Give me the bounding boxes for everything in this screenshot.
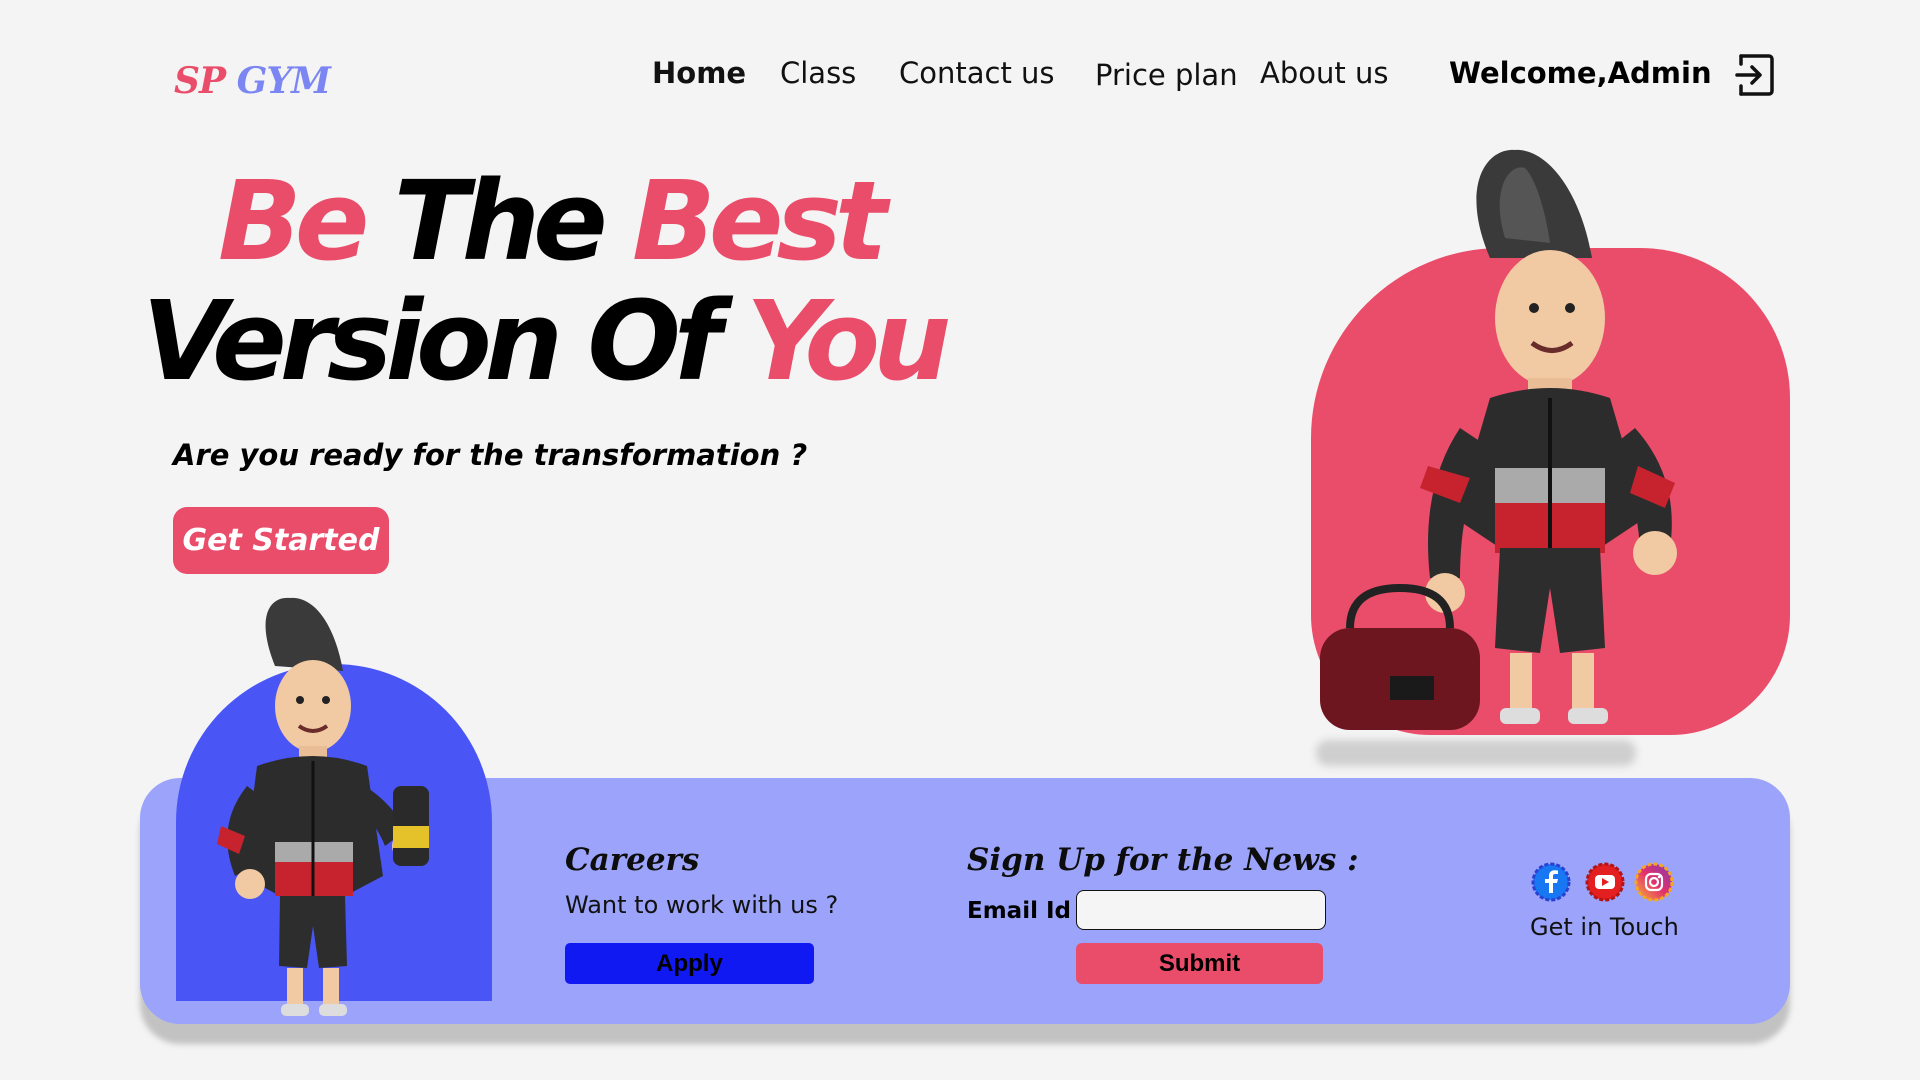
facebook-icon[interactable] xyxy=(1531,862,1571,902)
logout-icon[interactable] xyxy=(1735,52,1775,98)
brand-logo-gym: GYM xyxy=(236,60,331,102)
mascot-with-shaker-image xyxy=(217,597,429,1016)
hero-word-the: The xyxy=(393,157,608,285)
get-in-touch-text: Get in Touch xyxy=(1530,913,1679,941)
get-started-button[interactable]: Get Started xyxy=(173,507,389,574)
apply-button[interactable]: Apply xyxy=(565,943,814,984)
hero-words-version-of: Version Of xyxy=(142,277,722,405)
hero-word-best: Best xyxy=(632,157,888,285)
hero-tagline: Are you ready for the transformation ? xyxy=(173,438,808,472)
welcome-user: Welcome,Admin xyxy=(1449,56,1712,90)
hero-headline-line1: Be The Best xyxy=(218,166,888,276)
youtube-icon[interactable] xyxy=(1585,862,1625,902)
email-label: Email Id : xyxy=(967,898,1089,924)
nav-contact[interactable]: Contact us xyxy=(899,56,1055,90)
careers-text: Want to work with us ? xyxy=(565,891,839,919)
newsletter-title: Sign Up for the News : xyxy=(967,842,1359,878)
nav-class[interactable]: Class xyxy=(780,56,856,90)
nav-home[interactable]: Home xyxy=(652,56,746,90)
nav-price-plan[interactable]: Price plan xyxy=(1095,58,1238,92)
submit-button[interactable]: Submit xyxy=(1076,943,1323,984)
hero-word-be: Be xyxy=(218,157,369,285)
hero-headline-line2: Version Of You xyxy=(142,286,951,396)
email-input[interactable] xyxy=(1076,890,1326,930)
mascot-with-bag-image xyxy=(1320,149,1677,730)
instagram-icon[interactable] xyxy=(1634,862,1674,902)
nav-about[interactable]: About us xyxy=(1260,56,1388,90)
careers-title: Careers xyxy=(565,842,700,878)
brand-logo-sp: SP xyxy=(174,60,226,102)
brand-logo[interactable]: SP GYM xyxy=(174,60,331,102)
hero-word-you: You xyxy=(746,277,951,405)
